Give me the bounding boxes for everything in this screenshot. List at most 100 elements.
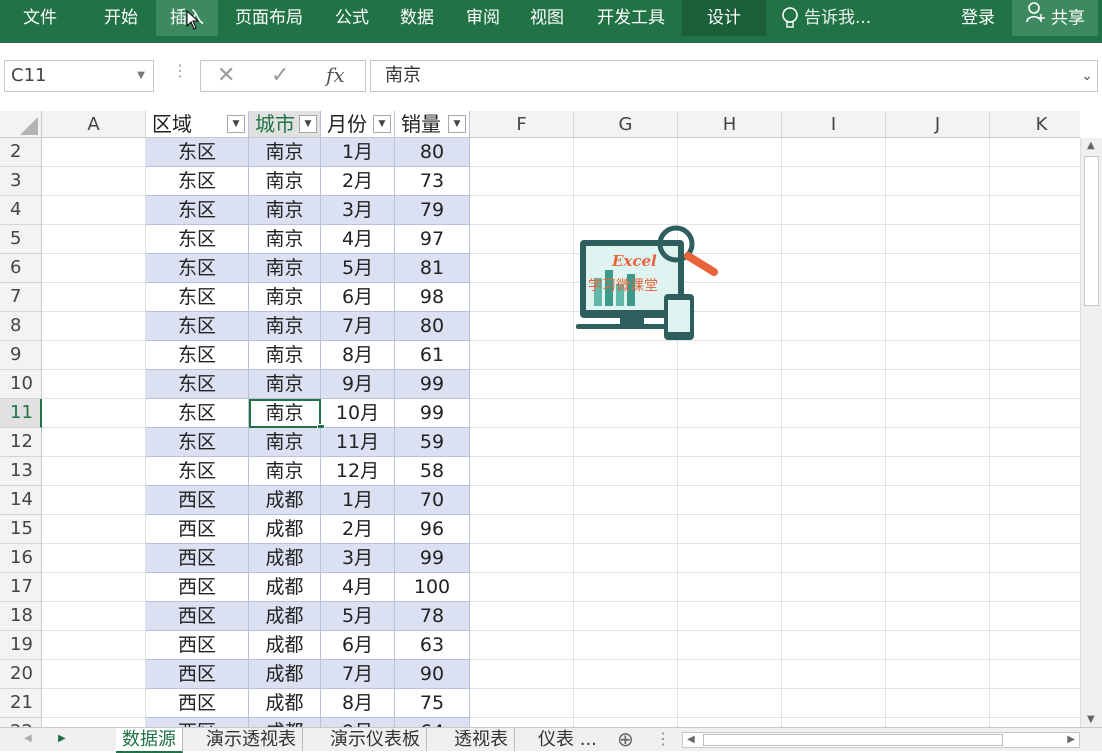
table-cell-region[interactable]: 东区 bbox=[146, 312, 249, 341]
empty-cell[interactable] bbox=[678, 602, 782, 631]
column-header-g[interactable]: G bbox=[574, 111, 678, 138]
empty-cell[interactable] bbox=[574, 602, 678, 631]
table-cell-city[interactable]: 成都 bbox=[249, 631, 321, 660]
empty-cell[interactable] bbox=[42, 428, 146, 457]
table-cell-city[interactable]: 成都 bbox=[249, 689, 321, 718]
empty-cell[interactable] bbox=[782, 196, 886, 225]
table-cell-region[interactable]: 东区 bbox=[146, 254, 249, 283]
table-cell-region[interactable]: 东区 bbox=[146, 167, 249, 196]
empty-cell[interactable] bbox=[678, 689, 782, 718]
table-cell-sales[interactable]: 99 bbox=[395, 370, 470, 399]
empty-cell[interactable] bbox=[990, 631, 1080, 660]
table-cell-sales[interactable]: 61 bbox=[395, 341, 470, 370]
scroll-down-icon[interactable]: ▼ bbox=[1087, 714, 1095, 725]
sheet-tab[interactable]: 演示透视表 bbox=[200, 728, 303, 751]
table-cell-month[interactable]: 9月 bbox=[321, 718, 395, 727]
table-cell-region[interactable]: 东区 bbox=[146, 428, 249, 457]
row-header[interactable]: 11 bbox=[0, 399, 42, 428]
column-header-i[interactable]: I bbox=[782, 111, 886, 138]
empty-cell[interactable] bbox=[990, 457, 1080, 486]
empty-cell[interactable] bbox=[42, 515, 146, 544]
empty-cell[interactable] bbox=[574, 138, 678, 167]
empty-cell[interactable] bbox=[470, 370, 574, 399]
empty-cell[interactable] bbox=[470, 486, 574, 515]
empty-cell[interactable] bbox=[678, 138, 782, 167]
row-header[interactable]: 9 bbox=[0, 341, 42, 370]
filter-dropdown-icon[interactable]: ▼ bbox=[299, 115, 317, 133]
row-header[interactable]: 13 bbox=[0, 457, 42, 486]
table-cell-region[interactable]: 西区 bbox=[146, 602, 249, 631]
scroll-up-icon[interactable]: ▲ bbox=[1087, 140, 1095, 151]
empty-cell[interactable] bbox=[886, 428, 990, 457]
empty-cell[interactable] bbox=[470, 689, 574, 718]
table-cell-month[interactable]: 12月 bbox=[321, 457, 395, 486]
row-header[interactable]: 7 bbox=[0, 283, 42, 312]
empty-cell[interactable] bbox=[42, 138, 146, 167]
empty-cell[interactable] bbox=[782, 254, 886, 283]
empty-cell[interactable] bbox=[990, 544, 1080, 573]
empty-cell[interactable] bbox=[574, 399, 678, 428]
empty-cell[interactable] bbox=[470, 312, 574, 341]
empty-cell[interactable] bbox=[886, 718, 990, 727]
empty-cell[interactable] bbox=[574, 167, 678, 196]
empty-cell[interactable] bbox=[678, 399, 782, 428]
empty-cell[interactable] bbox=[678, 486, 782, 515]
table-cell-region[interactable]: 西区 bbox=[146, 718, 249, 727]
table-cell-sales[interactable]: 73 bbox=[395, 167, 470, 196]
column-header-f[interactable]: F bbox=[470, 111, 574, 138]
table-cell-region[interactable]: 东区 bbox=[146, 457, 249, 486]
empty-cell[interactable] bbox=[574, 544, 678, 573]
row-header[interactable]: 19 bbox=[0, 631, 42, 660]
table-cell-region[interactable]: 东区 bbox=[146, 138, 249, 167]
row-header[interactable]: 5 bbox=[0, 225, 42, 254]
empty-cell[interactable] bbox=[990, 341, 1080, 370]
empty-cell[interactable] bbox=[678, 428, 782, 457]
table-cell-region[interactable]: 西区 bbox=[146, 486, 249, 515]
empty-cell[interactable] bbox=[678, 718, 782, 727]
chevron-down-icon[interactable]: ▼ bbox=[137, 61, 145, 91]
empty-cell[interactable] bbox=[886, 486, 990, 515]
ribbon-tab-design[interactable]: 设计 bbox=[682, 0, 766, 36]
table-cell-month[interactable]: 4月 bbox=[321, 225, 395, 254]
selected-cell[interactable]: 南京 bbox=[249, 399, 321, 428]
empty-cell[interactable] bbox=[782, 486, 886, 515]
empty-cell[interactable] bbox=[470, 225, 574, 254]
empty-cell[interactable] bbox=[782, 399, 886, 428]
table-cell-month[interactable]: 1月 bbox=[321, 138, 395, 167]
prev-sheet-icon[interactable]: ◀ bbox=[24, 733, 32, 744]
empty-cell[interactable] bbox=[782, 167, 886, 196]
empty-cell[interactable] bbox=[782, 457, 886, 486]
empty-cell[interactable] bbox=[42, 544, 146, 573]
table-cell-sales[interactable]: 99 bbox=[395, 399, 470, 428]
empty-cell[interactable] bbox=[782, 370, 886, 399]
row-header[interactable]: 8 bbox=[0, 312, 42, 341]
table-cell-city[interactable]: 南京 bbox=[249, 283, 321, 312]
table-cell-city[interactable]: 南京 bbox=[249, 225, 321, 254]
table-cell-sales[interactable]: 98 bbox=[395, 283, 470, 312]
empty-cell[interactable] bbox=[678, 196, 782, 225]
row-header[interactable]: 22 bbox=[0, 718, 42, 727]
empty-cell[interactable] bbox=[574, 515, 678, 544]
formula-input[interactable]: 南京 ⌄ bbox=[370, 60, 1098, 92]
ribbon-tab-home[interactable]: 开始 bbox=[92, 0, 150, 36]
table-cell-sales[interactable]: 63 bbox=[395, 631, 470, 660]
empty-cell[interactable] bbox=[574, 196, 678, 225]
table-cell-region[interactable]: 东区 bbox=[146, 399, 249, 428]
empty-cell[interactable] bbox=[990, 167, 1080, 196]
table-cell-sales[interactable]: 99 bbox=[395, 544, 470, 573]
table-cell-month[interactable]: 3月 bbox=[321, 196, 395, 225]
horizontal-scrollbar[interactable]: ◀ ▶ bbox=[682, 732, 1080, 748]
row-header[interactable]: 6 bbox=[0, 254, 42, 283]
table-header-sales[interactable]: 销量 ▼ bbox=[395, 111, 470, 138]
row-header[interactable]: 17 bbox=[0, 573, 42, 602]
empty-cell[interactable] bbox=[990, 196, 1080, 225]
empty-cell[interactable] bbox=[782, 312, 886, 341]
empty-cell[interactable] bbox=[470, 341, 574, 370]
empty-cell[interactable] bbox=[782, 341, 886, 370]
empty-cell[interactable] bbox=[886, 312, 990, 341]
table-cell-region[interactable]: 西区 bbox=[146, 660, 249, 689]
empty-cell[interactable] bbox=[574, 660, 678, 689]
empty-cell[interactable] bbox=[886, 138, 990, 167]
row-header[interactable]: 14 bbox=[0, 486, 42, 515]
tell-me-search[interactable]: 告诉我... bbox=[804, 0, 880, 36]
